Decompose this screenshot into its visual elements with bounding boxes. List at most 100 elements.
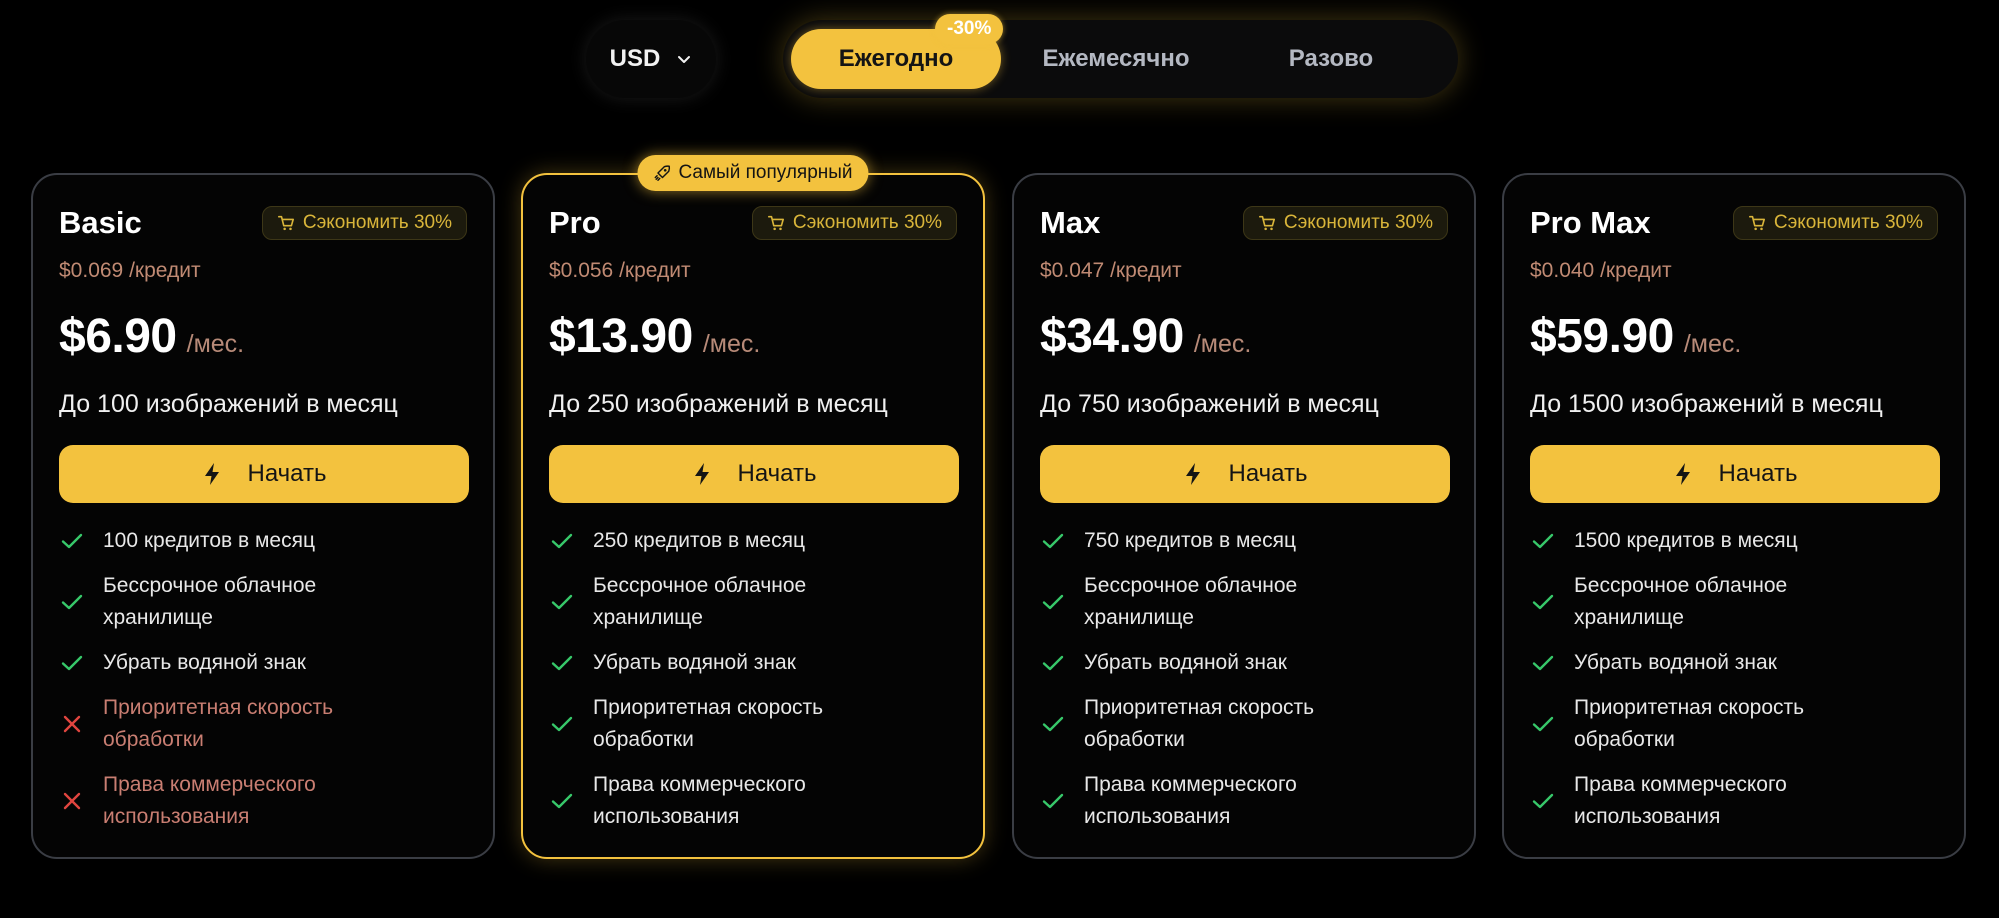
feature-label: Права коммерческого использования xyxy=(103,773,316,828)
billing-period-toggle: Ежегодно Ежемесячно Разово xyxy=(783,20,1458,98)
save-badge: Сэкономить 30% xyxy=(261,206,467,240)
feature-label: 1500 кредитов в месяц xyxy=(1574,529,1798,552)
feature-label: Приоритетная скорость обработки xyxy=(1084,696,1315,751)
feature-label: Убрать водяной знак xyxy=(1574,651,1777,674)
feature-item: Права коммерческого использования xyxy=(549,769,957,833)
plan-card-pro: Pro Сэкономить 30% $0.056 /кредит $13.90… xyxy=(521,155,985,859)
start-button-label: Начать xyxy=(737,460,817,487)
feature-label: 750 кредитов в месяц xyxy=(1084,529,1296,552)
cart-icon xyxy=(767,215,784,231)
feature-list: 250 кредитов в месяц Бессрочное облачное … xyxy=(549,525,957,833)
popular-badge-label: Самый популярный xyxy=(678,162,853,183)
start-button-label: Начать xyxy=(247,460,327,487)
feature-item: Убрать водяной знак xyxy=(549,647,957,679)
feature-item: Приоритетная скорость обработки xyxy=(59,692,467,756)
feature-item: Приоритетная скорость обработки xyxy=(549,692,957,756)
currency-select[interactable]: USD xyxy=(586,20,716,98)
check-icon xyxy=(1530,788,1556,814)
plan-name: Max xyxy=(1040,205,1101,240)
plan-price: $59.90 xyxy=(1530,310,1674,363)
feature-item: Убрать водяной знак xyxy=(1530,647,1938,679)
lightning-icon xyxy=(1185,463,1200,485)
plan-card-max: Max Сэкономить 30% $0.047 /кредит $34.90… xyxy=(1012,173,1476,859)
check-icon xyxy=(1040,711,1066,737)
feature-item: 100 кредитов в месяц xyxy=(59,525,467,557)
check-icon xyxy=(1040,528,1066,554)
check-icon xyxy=(1040,589,1066,615)
feature-label: Бессрочное облачное хранилище xyxy=(593,574,807,629)
save-badge: Сэкономить 30% xyxy=(751,206,957,240)
feature-list: 1500 кредитов в месяц Бессрочное облачное… xyxy=(1530,525,1938,833)
feature-label: Убрать водяной знак xyxy=(1084,651,1287,674)
cross-icon xyxy=(59,788,85,814)
credit-price: $0.056 /кредит xyxy=(549,259,691,282)
images-limit: До 100 изображений в месяц xyxy=(59,390,398,418)
images-limit: До 250 изображений в месяц xyxy=(549,390,888,418)
credit-price: $0.040 /кредит xyxy=(1530,259,1672,282)
save-badge-label: Сэкономить 30% xyxy=(792,212,942,233)
plan-name: Basic xyxy=(59,205,142,240)
start-button[interactable]: Начать xyxy=(1040,445,1450,503)
credit-price: $0.047 /кредит xyxy=(1040,259,1182,282)
cross-icon xyxy=(59,711,85,737)
feature-item: Бессрочное облачное хранилище xyxy=(1530,570,1938,634)
currency-label: USD xyxy=(609,45,661,72)
feature-item: 250 кредитов в месяц xyxy=(549,525,957,557)
feature-label: Бессрочное облачное хранилище xyxy=(103,574,317,629)
start-button[interactable]: Начать xyxy=(549,445,959,503)
lightning-icon xyxy=(1675,463,1690,485)
feature-item: Бессрочное облачное хранилище xyxy=(59,570,467,634)
check-icon xyxy=(1530,650,1556,676)
feature-label: Приоритетная скорость обработки xyxy=(103,696,334,751)
lightning-icon xyxy=(694,463,709,485)
rocket-icon xyxy=(654,165,671,181)
popular-badge: Самый популярный xyxy=(637,155,869,191)
check-icon xyxy=(1040,788,1066,814)
images-limit: До 750 изображений в месяц xyxy=(1040,390,1379,418)
feature-item: 1500 кредитов в месяц xyxy=(1530,525,1938,557)
feature-item: Бессрочное облачное хранилище xyxy=(549,570,957,634)
check-icon xyxy=(59,528,85,554)
start-button[interactable]: Начать xyxy=(59,445,469,503)
feature-label: Бессрочное облачное хранилище xyxy=(1084,574,1298,629)
plan-price: $13.90 xyxy=(549,310,693,363)
save-badge: Сэкономить 30% xyxy=(1732,206,1938,240)
save-badge-label: Сэкономить 30% xyxy=(302,212,452,233)
check-icon xyxy=(549,788,575,814)
feature-label: Права коммерческого использования xyxy=(1574,773,1787,828)
feature-label: Права коммерческого использования xyxy=(593,773,806,828)
start-button-label: Начать xyxy=(1718,460,1798,487)
feature-item: Права коммерческого использования xyxy=(1530,769,1938,833)
feature-item: Права коммерческого использования xyxy=(59,769,467,833)
start-button-label: Начать xyxy=(1228,460,1308,487)
feature-label: Убрать водяной знак xyxy=(593,651,796,674)
annual-discount-badge: -30% xyxy=(935,14,1004,44)
cart-icon xyxy=(1748,215,1765,231)
check-icon xyxy=(549,711,575,737)
price-period: /мес. xyxy=(186,330,245,358)
price-period: /мес. xyxy=(702,330,761,358)
start-button[interactable]: Начать xyxy=(1530,445,1940,503)
plan-name: Pro Max xyxy=(1530,205,1651,240)
feature-label: Убрать водяной знак xyxy=(103,651,306,674)
plan-name: Pro xyxy=(549,205,601,240)
check-icon xyxy=(1530,528,1556,554)
check-icon xyxy=(59,589,85,615)
plan-price: $6.90 xyxy=(59,310,177,363)
save-badge: Сэкономить 30% xyxy=(1242,206,1448,240)
check-icon xyxy=(549,528,575,554)
billing-option-one-time[interactable]: Разово xyxy=(1231,29,1431,89)
billing-option-monthly[interactable]: Ежемесячно xyxy=(1001,29,1231,89)
lightning-icon xyxy=(204,463,219,485)
check-icon xyxy=(549,589,575,615)
save-badge-label: Сэкономить 30% xyxy=(1283,212,1433,233)
check-icon xyxy=(1040,650,1066,676)
check-icon xyxy=(59,650,85,676)
feature-label: Приоритетная скорость обработки xyxy=(1574,696,1805,751)
cart-icon xyxy=(1258,215,1275,231)
check-icon xyxy=(1530,589,1556,615)
feature-label: Бессрочное облачное хранилище xyxy=(1574,574,1788,629)
feature-list: 750 кредитов в месяц Бессрочное облачное … xyxy=(1040,525,1448,833)
feature-item: Приоритетная скорость обработки xyxy=(1040,692,1448,756)
feature-list: 100 кредитов в месяц Бессрочное облачное … xyxy=(59,525,467,833)
